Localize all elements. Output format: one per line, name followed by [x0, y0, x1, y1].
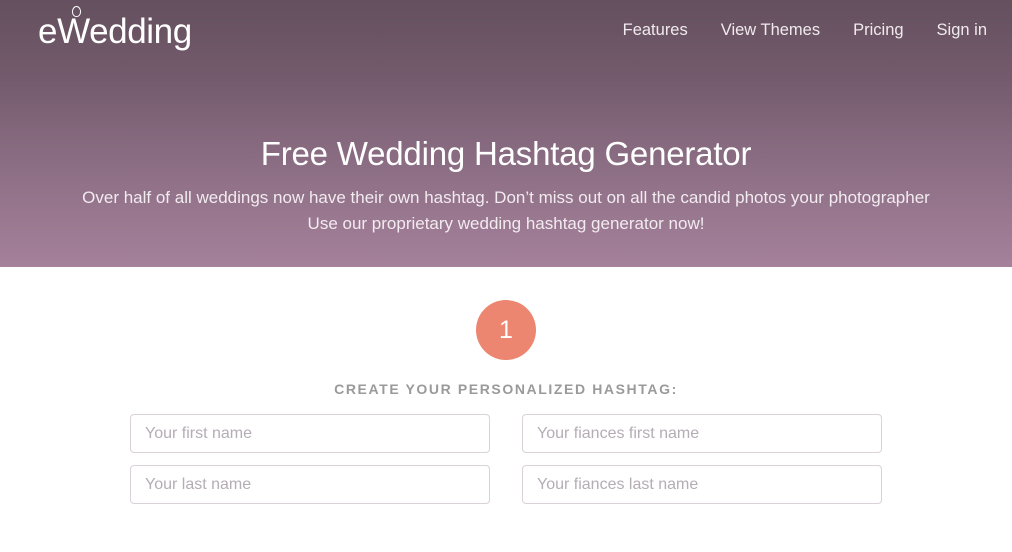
step-number-badge: 1 — [476, 300, 536, 360]
form-heading: CREATE YOUR PERSONALIZED HASHTAG: — [334, 381, 678, 397]
nav-item-features[interactable]: Features — [623, 21, 688, 40]
hashtag-generator-section: 1 CREATE YOUR PERSONALIZED HASHTAG: Make… — [0, 267, 1012, 552]
fiances-first-name-input[interactable] — [522, 414, 882, 453]
wedding-ring-icon — [72, 5, 81, 17]
hero-subtitle-line-1: Over half of all weddings now have their… — [82, 188, 930, 207]
your-first-name-input[interactable] — [130, 414, 490, 453]
brand-logo-text: eWedding — [38, 11, 192, 51]
step-number-label: 1 — [499, 315, 513, 344]
top-navigation-bar: eWedding Features View Themes Pricing Si… — [0, 0, 1012, 58]
nav-item-view-themes[interactable]: View Themes — [721, 21, 820, 40]
nav-item-sign-in[interactable]: Sign in — [937, 21, 987, 40]
page-root: eWedding Features View Themes Pricing Si… — [0, 0, 1012, 552]
hashtag-form-fields — [130, 414, 882, 504]
nav-item-pricing[interactable]: Pricing — [853, 21, 903, 40]
hero-subtitle: Over half of all weddings now have their… — [0, 185, 1012, 237]
page-title: Free Wedding Hashtag Generator — [260, 135, 752, 172]
hero-banner: eWedding Features View Themes Pricing Si… — [0, 0, 1012, 267]
your-last-name-input[interactable] — [130, 465, 490, 504]
nav-links: Features View Themes Pricing Sign in — [623, 19, 987, 40]
hero-subtitle-line-2: Use our proprietary wedding hashtag gene… — [307, 214, 705, 233]
brand-logo[interactable]: eWedding — [38, 5, 192, 51]
fiances-last-name-input[interactable] — [522, 465, 882, 504]
